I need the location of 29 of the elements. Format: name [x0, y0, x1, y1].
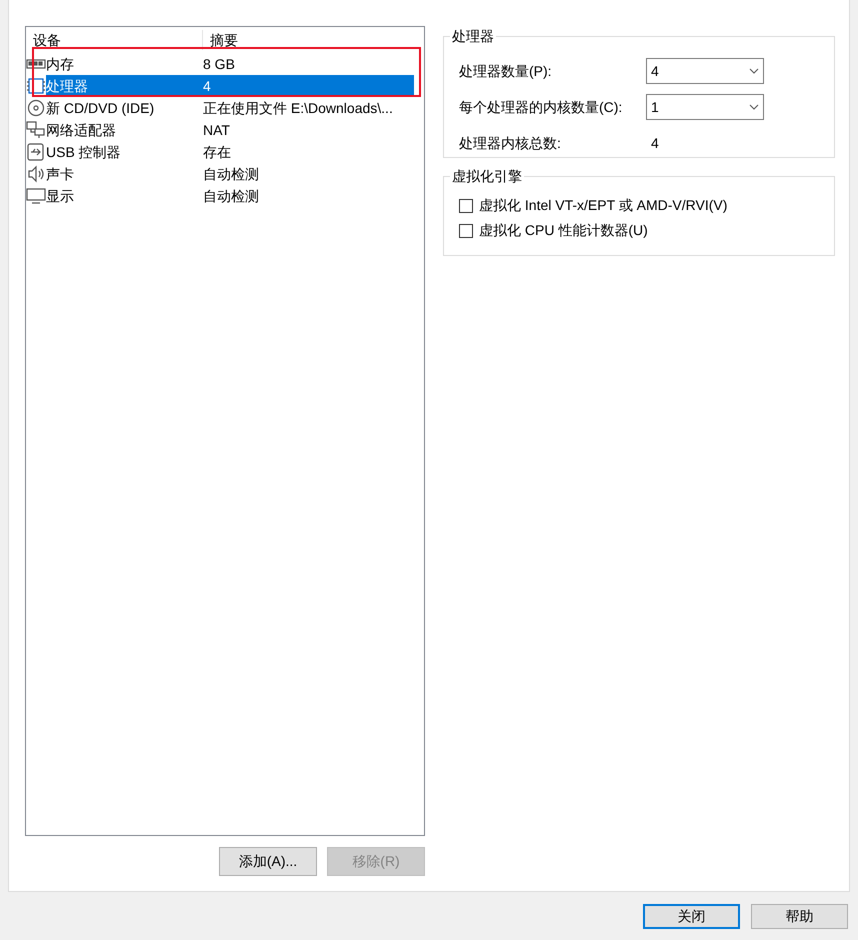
field-label: 处理器内核总数:: [459, 134, 562, 152]
device-row[interactable]: 新 CD/DVD (IDE) 正在使用文件 E:\Downloads\...: [46, 97, 414, 119]
device-row[interactable]: 网络适配器 NAT: [46, 119, 414, 141]
field-label: 处理器数量(P):: [459, 62, 553, 81]
field-label: 每个处理器的内核数量(C):: [459, 98, 624, 117]
dialog-button[interactable]: 关闭: [643, 904, 740, 929]
field-value: 4: [650, 134, 659, 152]
device-row[interactable]: 处理器 4: [46, 75, 414, 97]
device-row[interactable]: 声卡 自动检测: [46, 163, 414, 185]
checkbox[interactable]: [459, 224, 473, 238]
column-header[interactable]: 设备: [26, 30, 203, 50]
monitor-icon: [26, 187, 46, 205]
network-icon: [26, 121, 46, 139]
chevron-icon: [749, 68, 759, 74]
speaker-icon: [26, 165, 46, 183]
device-row[interactable]: 显示 自动检测: [46, 185, 414, 207]
device-button[interactable]: 添加(A)...: [219, 847, 317, 876]
device-row[interactable]: USB 控制器 存在: [46, 141, 414, 163]
checkbox-label: 虚拟化 Intel VT-x/EPT 或 AMD-V/RVI(V): [479, 196, 728, 215]
dialog-button[interactable]: 帮助: [751, 904, 848, 929]
device-row[interactable]: 内存 8 GB: [46, 53, 414, 75]
chevron-icon: [749, 104, 759, 110]
dropdown[interactable]: 1: [646, 94, 764, 120]
dropdown[interactable]: 4: [646, 58, 764, 84]
checkbox-label: 虚拟化 CPU 性能计数器(U): [479, 221, 648, 240]
column-header[interactable]: 摘要: [203, 30, 238, 50]
checkbox[interactable]: [459, 198, 473, 212]
usb-icon: [26, 143, 46, 161]
disc-icon: [26, 99, 46, 117]
